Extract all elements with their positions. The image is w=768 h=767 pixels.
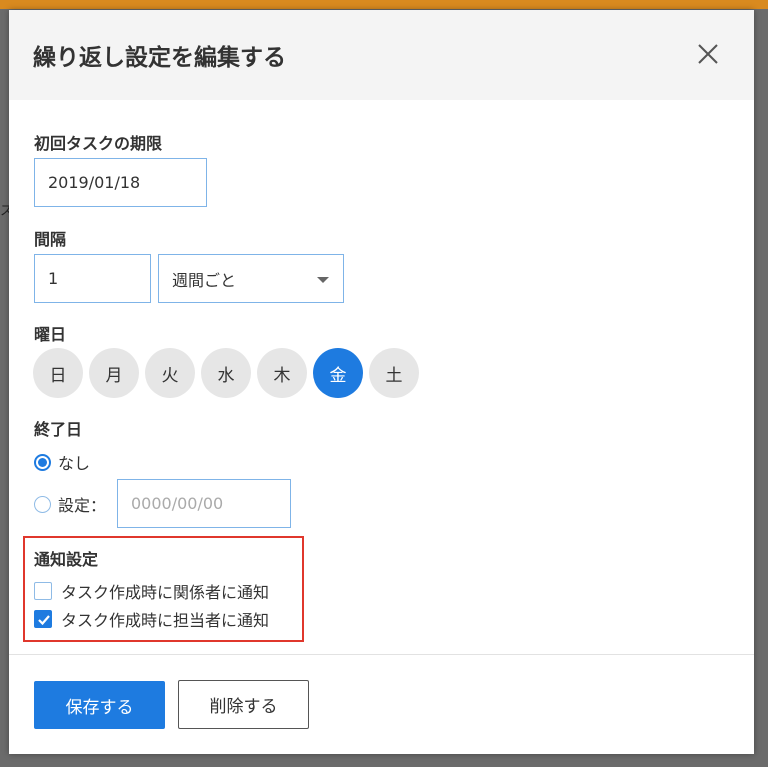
notify-stakeholders-option[interactable]: タスク作成時に関係者に通知	[34, 579, 269, 603]
close-button[interactable]	[692, 38, 724, 70]
radio-none[interactable]	[34, 453, 51, 471]
notify-assignee-label: タスク作成時に担当者に通知	[61, 611, 270, 630]
chevron-down-icon	[317, 277, 329, 283]
weekday-label: 曜日	[34, 325, 67, 344]
interval-unit-value: 週間ごと	[172, 270, 237, 290]
day-saturday[interactable]: 土	[369, 348, 419, 398]
day-friday[interactable]: 金	[313, 348, 363, 398]
interval-label: 間隔	[34, 230, 67, 249]
modal-title: 繰り返し設定を編集する	[33, 45, 286, 71]
radio-set[interactable]	[34, 495, 51, 513]
end-date-none-label: なし	[58, 454, 91, 473]
end-date-set-option[interactable]: 設定：	[34, 492, 106, 516]
modal-header: 繰り返し設定を編集する	[9, 10, 754, 100]
interval-unit-select[interactable]: 週間ごと	[158, 254, 344, 303]
background-top-bar	[0, 0, 768, 9]
notify-stakeholders-label: タスク作成時に関係者に通知	[61, 583, 270, 602]
first-due-label: 初回タスクの期限	[34, 134, 163, 153]
footer-divider	[9, 654, 754, 655]
checkmark-icon	[38, 615, 50, 626]
notification-label: 通知設定	[34, 550, 99, 569]
interval-count-input[interactable]: 1	[34, 254, 151, 303]
end-date-label: 終了日	[34, 420, 83, 439]
save-button[interactable]: 保存する	[34, 681, 165, 729]
notify-stakeholders-checkbox[interactable]	[34, 582, 52, 600]
close-icon	[698, 44, 718, 64]
notify-assignee-option[interactable]: タスク作成時に担当者に通知	[34, 607, 269, 631]
day-tuesday[interactable]: 火	[145, 348, 195, 398]
day-sunday[interactable]: 日	[33, 348, 83, 398]
end-date-input[interactable]: 0000/00/00	[117, 479, 291, 528]
edit-recurrence-modal: 繰り返し設定を編集する 初回タスクの期限 2019/01/18 間隔 1 週間ご…	[9, 10, 754, 754]
end-date-none-option[interactable]: なし	[34, 450, 90, 474]
day-thursday[interactable]: 木	[257, 348, 307, 398]
day-monday[interactable]: 月	[89, 348, 139, 398]
notify-assignee-checkbox[interactable]	[34, 610, 52, 628]
first-due-input[interactable]: 2019/01/18	[34, 158, 207, 207]
end-date-set-label: 設定：	[58, 496, 107, 515]
day-wednesday[interactable]: 水	[201, 348, 251, 398]
delete-button[interactable]: 削除する	[178, 680, 309, 729]
